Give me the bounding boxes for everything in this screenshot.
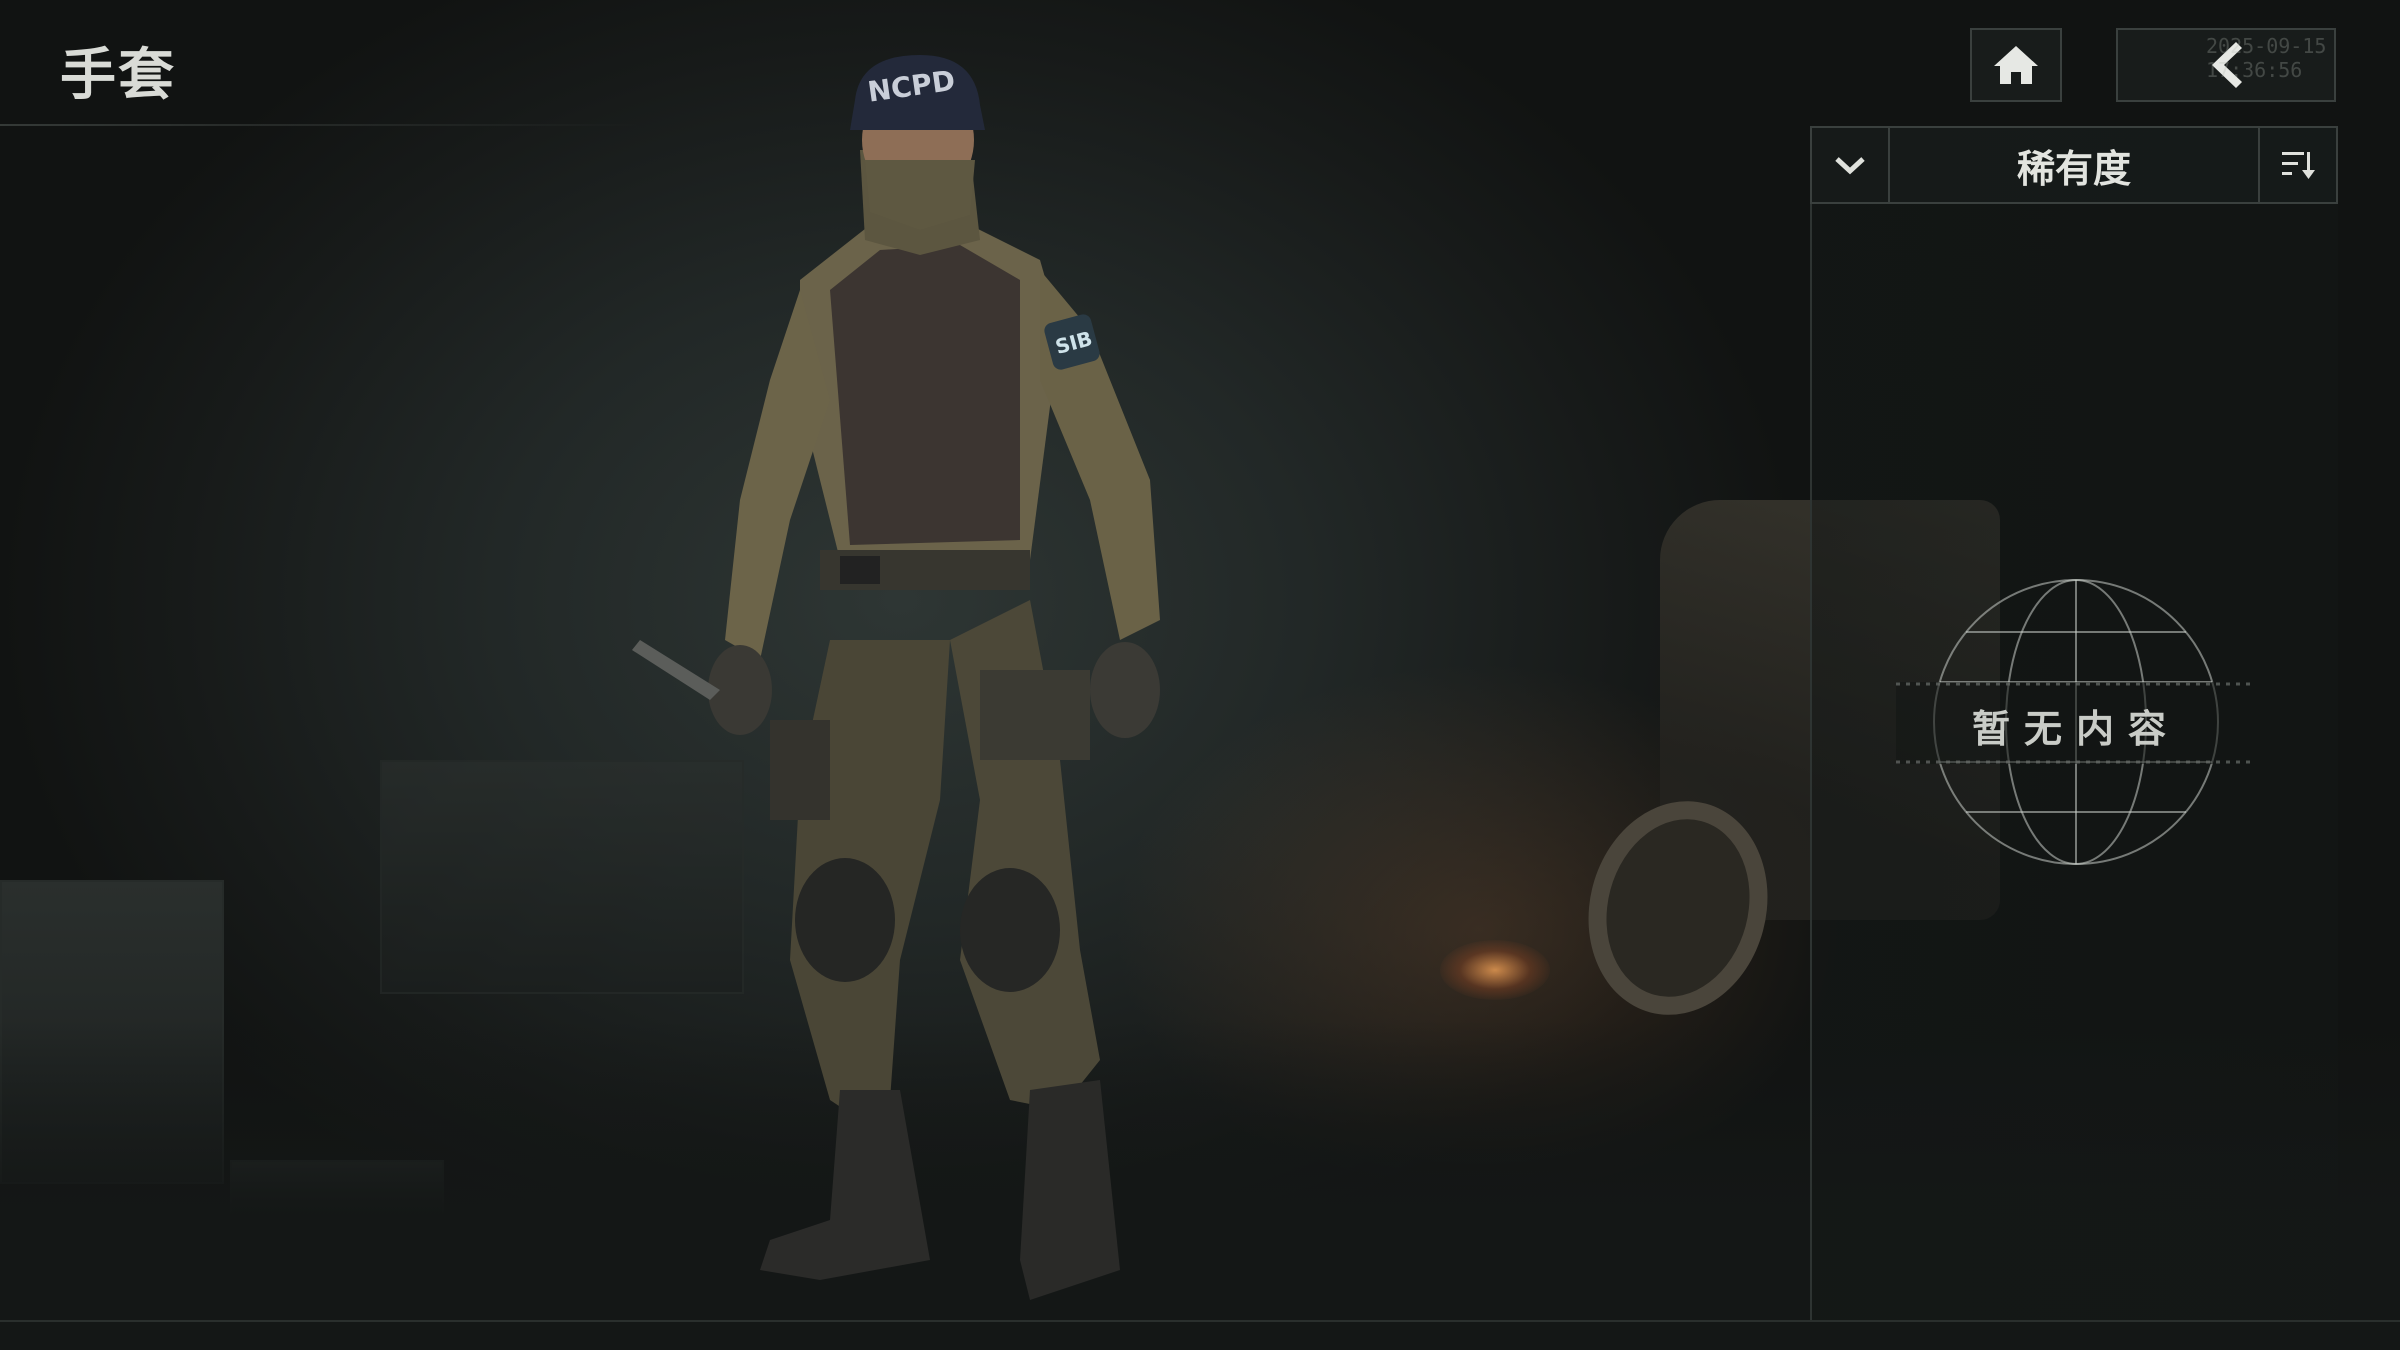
character-knife — [632, 640, 720, 700]
page-title: 手套 — [60, 43, 176, 108]
sort-bar: 稀有度 — [1810, 126, 2338, 204]
empty-state-text: 暂无内容 — [1971, 707, 2180, 751]
home-icon — [1994, 46, 2038, 84]
character-knee-pad — [795, 858, 895, 982]
sort-dropdown-toggle[interactable] — [1812, 128, 1890, 202]
home-button[interactable] — [1970, 28, 2062, 102]
sort-order-button[interactable] — [2258, 128, 2336, 202]
empty-state: 暂无内容 — [1896, 572, 2256, 872]
title-divider — [0, 124, 640, 126]
character-glove — [1090, 642, 1160, 738]
character-chest-panel — [830, 245, 1020, 545]
character-pouch — [980, 670, 1090, 760]
character-left-arm — [725, 290, 830, 660]
game-screen: SIB NCPD 手套 2025-09-15 17:36:56 稀有度 暂无内容 — [0, 0, 2400, 1350]
chevron-down-icon — [1835, 157, 1865, 175]
sort-label[interactable]: 稀有度 — [1890, 128, 2258, 202]
character-boot — [760, 1090, 930, 1280]
character-knee-pad — [960, 868, 1060, 992]
character-pouch — [770, 720, 830, 820]
sort-order-icon — [2282, 152, 2315, 179]
bottom-divider — [0, 1320, 2400, 1322]
character-boot — [1020, 1080, 1120, 1300]
timestamp: 2025-09-15 17:36:56 — [2206, 34, 2327, 82]
character-belt-buckle — [840, 556, 880, 584]
